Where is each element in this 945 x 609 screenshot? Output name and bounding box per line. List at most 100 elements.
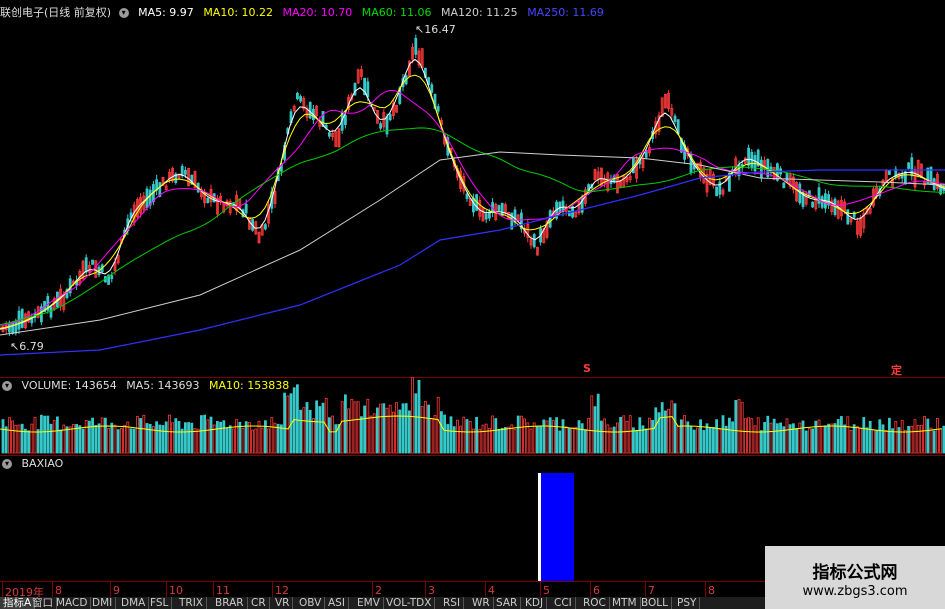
tab-trix[interactable]: TRIX [176, 597, 207, 609]
volume-bar [491, 415, 495, 454]
axis-tick-label: 3 [428, 584, 435, 597]
volume-bar [65, 426, 69, 454]
volume-bar [81, 428, 85, 454]
tab-cci[interactable]: CCI [551, 597, 576, 609]
volume-bar [507, 426, 511, 454]
volume-bar [158, 424, 162, 454]
volume-bar [286, 395, 290, 454]
axis-gridline [705, 582, 706, 598]
volume-bar [132, 428, 136, 454]
volume-settings-icon[interactable]: ▾ [2, 381, 12, 391]
volume-bar [859, 428, 862, 454]
tab-dma[interactable]: DMA [118, 597, 150, 609]
volume-bar [622, 415, 626, 454]
watermark-title: 指标公式网 [812, 563, 898, 583]
volume-bar [420, 406, 424, 454]
tab-asi[interactable]: ASI [325, 597, 349, 609]
candle-body [904, 171, 907, 185]
volume-bar [686, 421, 690, 454]
volume-bar [164, 421, 168, 454]
volume-bar [731, 421, 734, 454]
volume-bar [449, 416, 453, 454]
volume-panel[interactable]: ▾ VOLUME: 143654 MA5: 143693 MA10: 15383… [0, 377, 945, 455]
volume-bar [104, 417, 107, 454]
ma10-value: MA10: 10.22 [203, 6, 274, 19]
volume-bar [388, 404, 392, 454]
volume-bar [385, 407, 389, 454]
axis-tick-label: 8 [708, 584, 715, 597]
candle-body [327, 132, 331, 137]
tab-vr[interactable]: VR [272, 597, 294, 609]
tab-obv[interactable]: OBV [296, 597, 326, 609]
tab-wr[interactable]: WR [469, 597, 494, 609]
candle-body [414, 37, 418, 55]
tab-dmi[interactable]: DMI [89, 597, 117, 609]
axis-tick-label: 5 [543, 584, 550, 597]
tab-cr[interactable]: CR [248, 597, 270, 609]
volume-bar [846, 416, 850, 454]
volume-bar [7, 417, 11, 454]
tab-vol-tdx[interactable]: VOL-TDX [383, 597, 436, 609]
volume-bar [699, 419, 702, 454]
volume-bar [167, 414, 171, 454]
ma60-value: MA60: 11.06 [361, 6, 432, 19]
candle-body [430, 84, 434, 93]
volume-bar [375, 407, 379, 454]
candle-body [183, 169, 187, 175]
axis-gridline [372, 582, 373, 598]
volume-bar [353, 401, 357, 454]
volume-bar [497, 429, 501, 454]
volume-bar [145, 423, 149, 454]
volume-bar [814, 420, 818, 454]
candle-body [497, 205, 501, 211]
volume-bar [840, 416, 843, 454]
candle-body [465, 193, 469, 199]
tab-psy[interactable]: PSY [674, 597, 701, 609]
volume-bar [750, 418, 754, 454]
volume-bar [40, 414, 43, 454]
settings-circle-icon[interactable]: ▾ [118, 8, 129, 18]
volume-bar [574, 426, 578, 454]
tab-sar[interactable]: SAR [493, 597, 522, 609]
volume-bar [584, 429, 587, 454]
tab-mtm[interactable]: MTM [609, 597, 641, 609]
candle-body [888, 170, 891, 175]
tab-kdj[interactable]: KDJ [522, 597, 548, 609]
volume-bar [452, 426, 456, 454]
volume-bar [862, 417, 866, 454]
tab-brar[interactable]: BRAR [212, 597, 248, 609]
volume-bar [568, 427, 571, 454]
axis-tick-label: 9 [113, 584, 120, 597]
volume-bar [843, 424, 846, 454]
volume-bar [712, 427, 715, 454]
volume-bar [443, 414, 447, 454]
tab-rsi[interactable]: RSI [440, 597, 465, 609]
tab-macd[interactable]: MACD [53, 597, 92, 609]
volume-bar [772, 418, 776, 454]
candle-body [343, 115, 347, 125]
volume-bar [792, 423, 795, 454]
tab-emv[interactable]: EMV [354, 597, 384, 609]
candle-body [14, 320, 18, 334]
volume-bar [548, 417, 552, 454]
indicator-settings-icon[interactable]: ▾ [2, 459, 12, 469]
tab-boll[interactable]: BOLL [638, 597, 672, 609]
volume-bar [369, 415, 373, 454]
volume-bar [763, 422, 766, 454]
candle-body [484, 213, 488, 220]
volume-bar [878, 419, 882, 454]
volume-bar [600, 420, 603, 454]
volume-bar [654, 407, 658, 454]
candle-body [206, 197, 210, 204]
candle-body [110, 275, 114, 280]
volume-bar [30, 423, 34, 454]
volume-bar [897, 427, 901, 454]
price-panel[interactable]: 联创电子(日线 前复权) ▾ MA5: 9.97 MA10: 10.22 MA2… [0, 0, 945, 377]
tab-roc[interactable]: ROC [580, 597, 610, 609]
volume-bar [596, 393, 600, 454]
volume-bar [52, 420, 56, 454]
volume-bar [932, 430, 936, 454]
volume-bar [808, 428, 811, 454]
tab-fsl[interactable]: FSL [147, 597, 173, 609]
axis-gridline [590, 582, 591, 598]
